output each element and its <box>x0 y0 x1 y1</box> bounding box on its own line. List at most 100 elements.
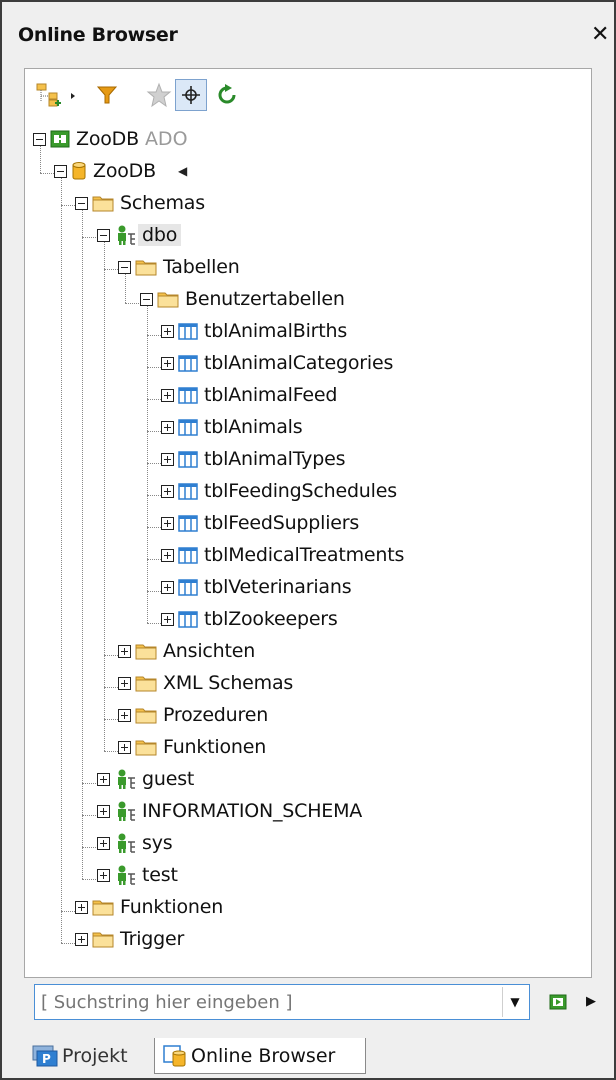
tree-node-table[interactable]: tblAnimalBirths <box>161 315 347 347</box>
expand-icon[interactable] <box>161 420 174 434</box>
collapse-icon[interactable] <box>33 132 46 146</box>
tree-node-connection[interactable]: ZooDB ADO <box>33 123 188 155</box>
folder-label: Prozeduren <box>163 704 269 726</box>
search-input[interactable] <box>35 985 493 1019</box>
online-browser-icon <box>163 1044 186 1066</box>
caret-left-icon: ◀ <box>177 164 188 178</box>
tree-node-table[interactable]: tblVeterinarians <box>161 571 352 603</box>
search-combobox[interactable]: ▼ <box>34 984 530 1020</box>
add-datasource-button[interactable] <box>35 79 81 111</box>
database-icon <box>72 162 86 180</box>
expand-icon[interactable] <box>97 804 110 818</box>
expand-icon[interactable] <box>97 772 110 786</box>
table-name: tblAnimalTypes <box>204 448 346 470</box>
folder-label: Trigger <box>120 928 185 950</box>
schema-dbo-label: dbo <box>138 224 182 246</box>
tab-projekt[interactable]: P Projekt <box>26 1038 134 1074</box>
expand-icon[interactable] <box>161 612 174 626</box>
tree-node-benutzertabellen[interactable]: Benutzertabellen <box>140 283 345 315</box>
tree-node-table[interactable]: tblAnimalFeed <box>161 379 337 411</box>
expand-icon[interactable] <box>161 516 174 530</box>
expand-icon[interactable] <box>161 388 174 402</box>
tree-node-table[interactable]: tblFeedingSchedules <box>161 475 397 507</box>
tree-node-schema[interactable]: INFORMATION_SCHEMA <box>97 795 362 827</box>
tree-node-prozeduren[interactable]: Prozeduren <box>118 699 268 731</box>
add-datasource-icon <box>36 83 75 107</box>
tree-node-funktionen[interactable]: Funktionen <box>75 891 223 923</box>
folder-icon <box>135 740 157 756</box>
expand-icon[interactable] <box>161 484 174 498</box>
tab-bar: P Projekt Online Browser <box>2 1032 614 1078</box>
tree-node-schema[interactable]: guest <box>97 763 194 795</box>
collapse-icon[interactable] <box>140 292 153 306</box>
refresh-button[interactable] <box>211 79 243 111</box>
table-icon <box>178 451 198 468</box>
tree-node-trigger[interactable]: Trigger <box>75 923 184 955</box>
tree-node-table[interactable]: tblAnimals <box>161 411 303 443</box>
search-go-icon[interactable] <box>548 992 568 1012</box>
tree-node-table[interactable]: tblAnimalCategories <box>161 347 393 379</box>
tree-node-table[interactable]: tblZookeepers <box>161 603 338 635</box>
svg-text:P: P <box>42 1052 51 1066</box>
tree-node-table[interactable]: tblAnimalTypes <box>161 443 345 475</box>
tree-node-table[interactable]: tblMedicalTreatments <box>161 539 404 571</box>
browser-panel: ZooDB ADO ZooDB ◀ Schemas dbo Tabellen B… <box>24 68 592 978</box>
tab-online-browser[interactable]: Online Browser <box>154 1038 366 1074</box>
collapse-icon[interactable] <box>75 196 88 210</box>
tree-node-funktionen-dbo[interactable]: Funktionen <box>118 731 266 763</box>
table-name: tblFeedingSchedules <box>204 480 397 502</box>
tree-node-tabellen[interactable]: Tabellen <box>118 251 240 283</box>
expand-icon[interactable] <box>118 644 131 658</box>
tree-node-ansichten[interactable]: Ansichten <box>118 635 255 667</box>
chevron-right-icon[interactable]: ▶ <box>586 994 596 1009</box>
filter-button[interactable] <box>91 79 123 111</box>
table-icon <box>178 323 198 340</box>
locate-crosshair-icon <box>182 86 200 104</box>
close-icon[interactable]: ✕ <box>591 22 609 47</box>
schema-user-icon <box>118 769 135 789</box>
expand-icon[interactable] <box>97 836 110 850</box>
tree-node-database[interactable]: ZooDB ◀ <box>54 155 187 187</box>
expand-icon[interactable] <box>161 548 174 562</box>
tab-label: Projekt <box>62 1045 128 1067</box>
folder-icon <box>92 900 114 916</box>
folder-icon <box>135 260 157 276</box>
table-name: tblAnimalBirths <box>204 320 348 342</box>
schema-label: sys <box>142 832 173 854</box>
tree-node-schema[interactable]: sys <box>97 827 173 859</box>
connection-icon <box>50 130 70 148</box>
table-icon <box>178 387 198 404</box>
connection-type: ADO <box>144 128 188 150</box>
expand-icon[interactable] <box>161 324 174 338</box>
collapse-icon[interactable] <box>118 260 131 274</box>
tree-node-schemas[interactable]: Schemas <box>75 187 205 219</box>
expand-icon[interactable] <box>97 868 110 882</box>
expand-icon[interactable] <box>161 580 174 594</box>
expand-icon[interactable] <box>118 708 131 722</box>
database-tree: ZooDB ADO ZooDB ◀ Schemas dbo Tabellen B… <box>25 123 591 973</box>
connection-name: ZooDB <box>76 128 139 150</box>
collapse-icon[interactable] <box>54 164 67 178</box>
collapse-icon[interactable] <box>97 228 110 242</box>
expand-icon[interactable] <box>118 740 131 754</box>
tree-node-schema-dbo[interactable]: dbo <box>97 219 182 251</box>
chevron-down-icon[interactable]: ▼ <box>502 987 527 1017</box>
favorites-button[interactable] <box>143 79 175 111</box>
expand-icon[interactable] <box>161 356 174 370</box>
expand-icon[interactable] <box>161 452 174 466</box>
tree-node-table[interactable]: tblFeedSuppliers <box>161 507 359 539</box>
refresh-icon <box>218 84 236 104</box>
database-name: ZooDB <box>93 160 156 182</box>
tree-node-xml-schemas[interactable]: XML Schemas <box>118 667 293 699</box>
table-icon <box>178 355 198 372</box>
tree-node-schema[interactable]: test <box>97 859 178 891</box>
schema-label: INFORMATION_SCHEMA <box>142 800 363 822</box>
folder-label: XML Schemas <box>163 672 294 694</box>
folder-label: Funktionen <box>163 736 267 758</box>
table-icon <box>178 515 198 532</box>
expand-icon[interactable] <box>118 676 131 690</box>
table-icon <box>178 547 198 564</box>
expand-icon[interactable] <box>75 932 88 946</box>
locate-button[interactable] <box>175 79 207 111</box>
expand-icon[interactable] <box>75 900 88 914</box>
